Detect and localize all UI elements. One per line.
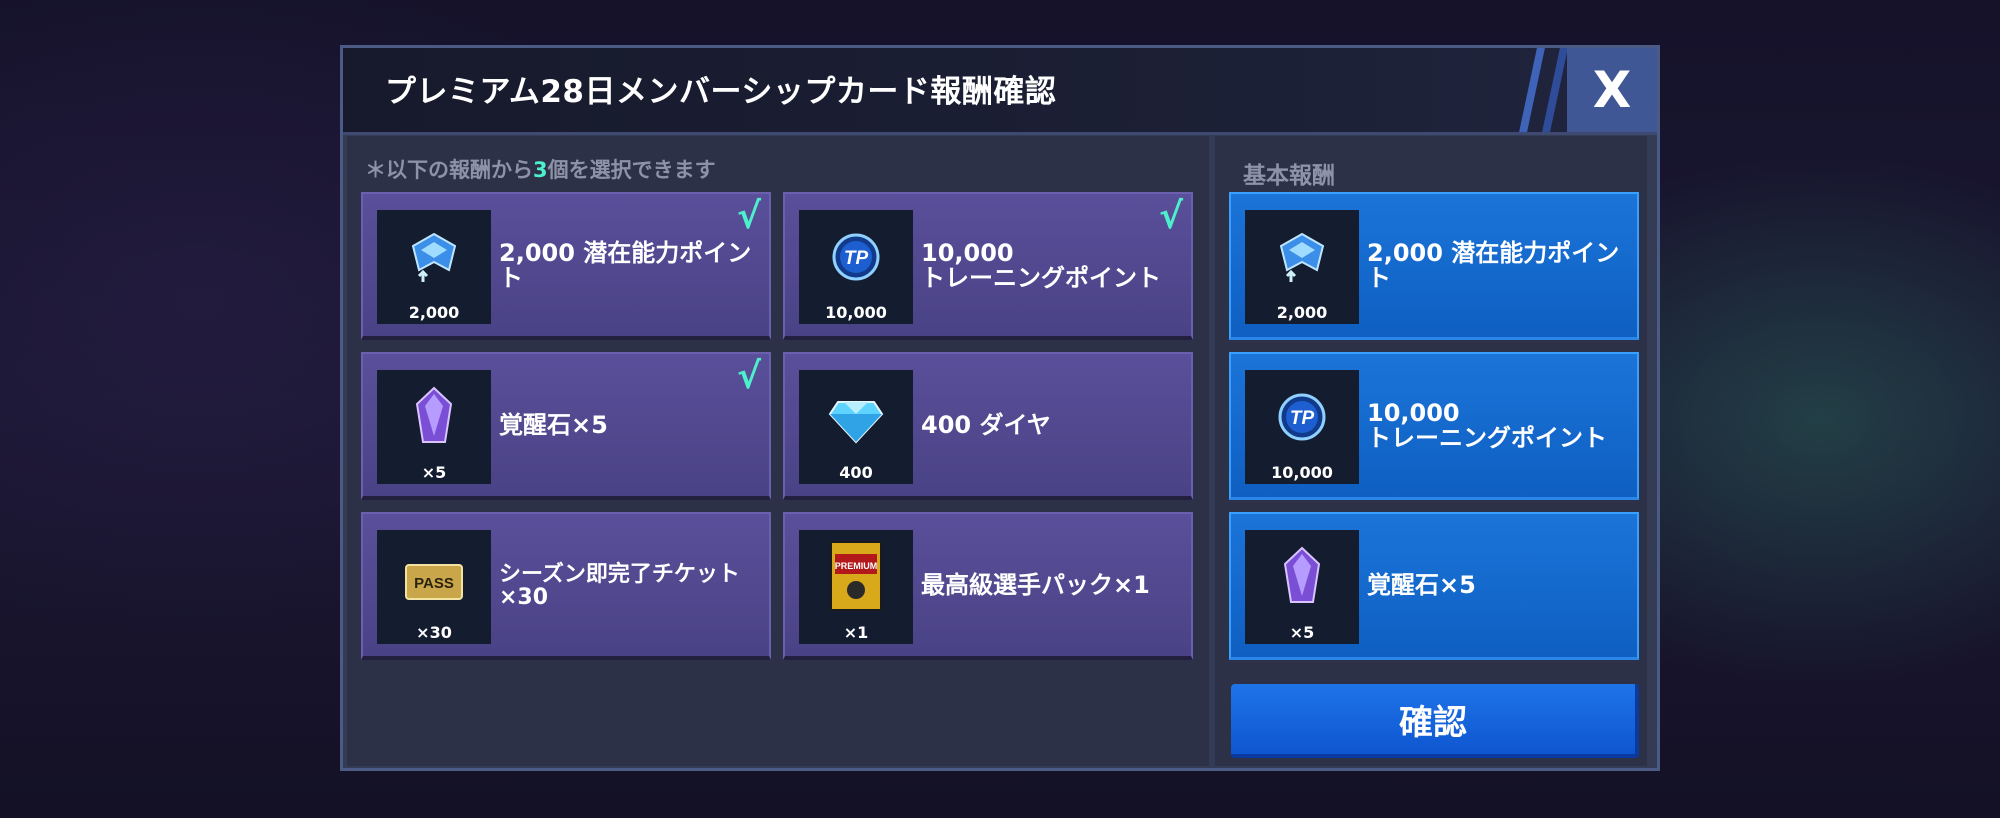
reward-dialog: プレミアム28日メンバーシップカード報酬確認 X ＊以下の報酬から3個を選択でき…	[340, 45, 1660, 771]
reward-thumbnail: 2,000	[377, 210, 491, 324]
reward-label: 400 ダイヤ	[921, 411, 1051, 440]
reward-label: 10,000 トレーニングポイント	[921, 238, 1161, 292]
selection-hint: ＊以下の報酬から3個を選択できます	[365, 158, 716, 182]
selected-check-icon: √	[736, 196, 761, 237]
reward-card-awakening-stone[interactable]: ×5 覚醒石×5 √	[361, 352, 771, 500]
title-decoration	[1542, 48, 1568, 132]
training-point-icon: TP	[832, 233, 880, 281]
svg-text:PASS: PASS	[414, 575, 454, 592]
close-icon: X	[1592, 61, 1632, 119]
reward-card-diamond[interactable]: 400 400 ダイヤ	[783, 352, 1193, 500]
potential-point-icon	[411, 232, 457, 282]
selectable-rewards-panel: ＊以下の報酬から3個を選択できます 2,000 2,000 潜在能力ポイント √	[347, 136, 1209, 766]
svg-text:TP: TP	[1290, 408, 1315, 429]
reward-thumbnail: ×5	[377, 370, 491, 484]
reward-label: 覚醒石×5	[1367, 571, 1476, 600]
reward-card-season-ticket[interactable]: PASS ×30 シーズン即完了チケット×30	[361, 512, 771, 660]
reward-label: 10,000 トレーニングポイント	[1367, 398, 1607, 452]
base-reward-training-points: TP 10,000 10,000 トレーニングポイント	[1229, 352, 1639, 500]
reward-thumbnail: PASS ×30	[377, 530, 491, 644]
reward-thumbnail: PREMIUM ×1	[799, 530, 913, 644]
title-bar: プレミアム28日メンバーシップカード報酬確認 X	[343, 48, 1657, 135]
reward-label: 2,000 潜在能力ポイント	[1367, 238, 1620, 292]
svg-text:TP: TP	[844, 248, 869, 269]
reward-thumbnail: TP 10,000	[799, 210, 913, 324]
close-button[interactable]: X	[1567, 48, 1657, 132]
reward-label: 最高級選手パック×1	[921, 571, 1150, 600]
title-decoration	[1519, 48, 1545, 132]
potential-point-icon	[1279, 232, 1325, 282]
base-rewards-heading: 基本報酬	[1243, 163, 1335, 189]
reward-card-training-points[interactable]: TP 10,000 10,000 トレーニングポイント √	[783, 192, 1193, 340]
selected-check-icon: √	[736, 356, 761, 397]
reward-label: 2,000 潜在能力ポイント	[499, 238, 752, 292]
dialog-title: プレミアム28日メンバーシップカード報酬確認	[385, 74, 1057, 110]
selected-check-icon: √	[1158, 196, 1183, 237]
season-pass-ticket-icon: PASS	[405, 564, 463, 600]
reward-thumbnail: 2,000	[1245, 210, 1359, 324]
svg-text:PREMIUM: PREMIUM	[835, 561, 878, 571]
base-reward-awakening-stone: ×5 覚醒石×5	[1229, 512, 1639, 660]
reward-thumbnail: TP 10,000	[1245, 370, 1359, 484]
reward-label: 覚醒石×5	[499, 411, 608, 440]
training-point-icon: TP	[1278, 393, 1326, 441]
player-pack-icon: PREMIUM	[830, 541, 882, 611]
base-reward-potential-points: 2,000 2,000 潜在能力ポイント	[1229, 192, 1639, 340]
reward-thumbnail: ×5	[1245, 530, 1359, 644]
reward-thumbnail: 400	[799, 370, 913, 484]
awakening-stone-icon	[415, 386, 453, 443]
awakening-stone-icon	[1283, 546, 1321, 603]
base-rewards-panel: 基本報酬 2,000 2,000 潜在能力ポイント TP 10,000 10,0…	[1215, 136, 1647, 766]
diamond-icon	[828, 401, 884, 444]
reward-card-potential-points[interactable]: 2,000 2,000 潜在能力ポイント √	[361, 192, 771, 340]
confirm-button-label: 確認	[1399, 702, 1467, 743]
reward-card-premium-pack[interactable]: PREMIUM ×1 最高級選手パック×1	[783, 512, 1193, 660]
reward-label: シーズン即完了チケット×30	[499, 561, 740, 610]
confirm-button[interactable]: 確認	[1231, 684, 1639, 758]
